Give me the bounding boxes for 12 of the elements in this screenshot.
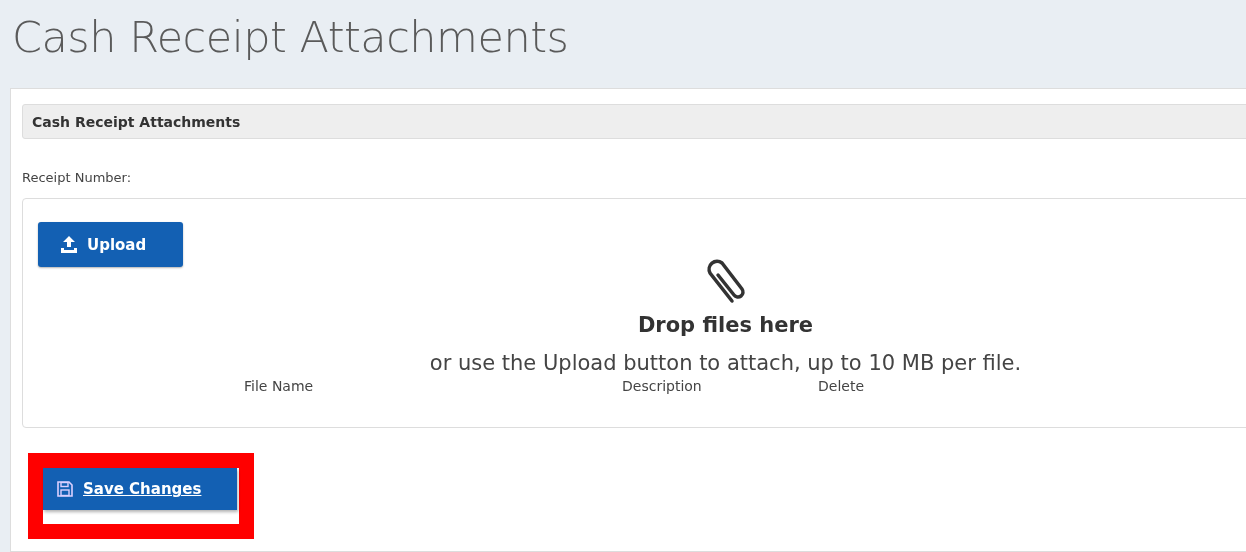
save-button[interactable]: Save Changes: [43, 468, 237, 510]
upload-button[interactable]: Upload: [38, 222, 183, 267]
column-header: File Name: [244, 378, 314, 394]
upload-icon: [60, 236, 78, 253]
section-title: Cash Receipt Attachments: [32, 113, 241, 130]
drop-hint: or use the Upload button to attach, up to 10 MB per file.: [429, 351, 1022, 375]
drop-zone[interactable]: Upload Drop files here or use the Upload button to attach, up to 10 MB per file. File Name Description Delete: [22, 198, 1246, 428]
page-title: Cash Receipt Attachments: [11, 11, 570, 64]
drop-heading: Drop files here: [637, 313, 814, 337]
field-label: Receipt Number:: [22, 170, 132, 185]
column-header: Description: [622, 378, 702, 394]
column-header: Delete: [818, 378, 864, 394]
